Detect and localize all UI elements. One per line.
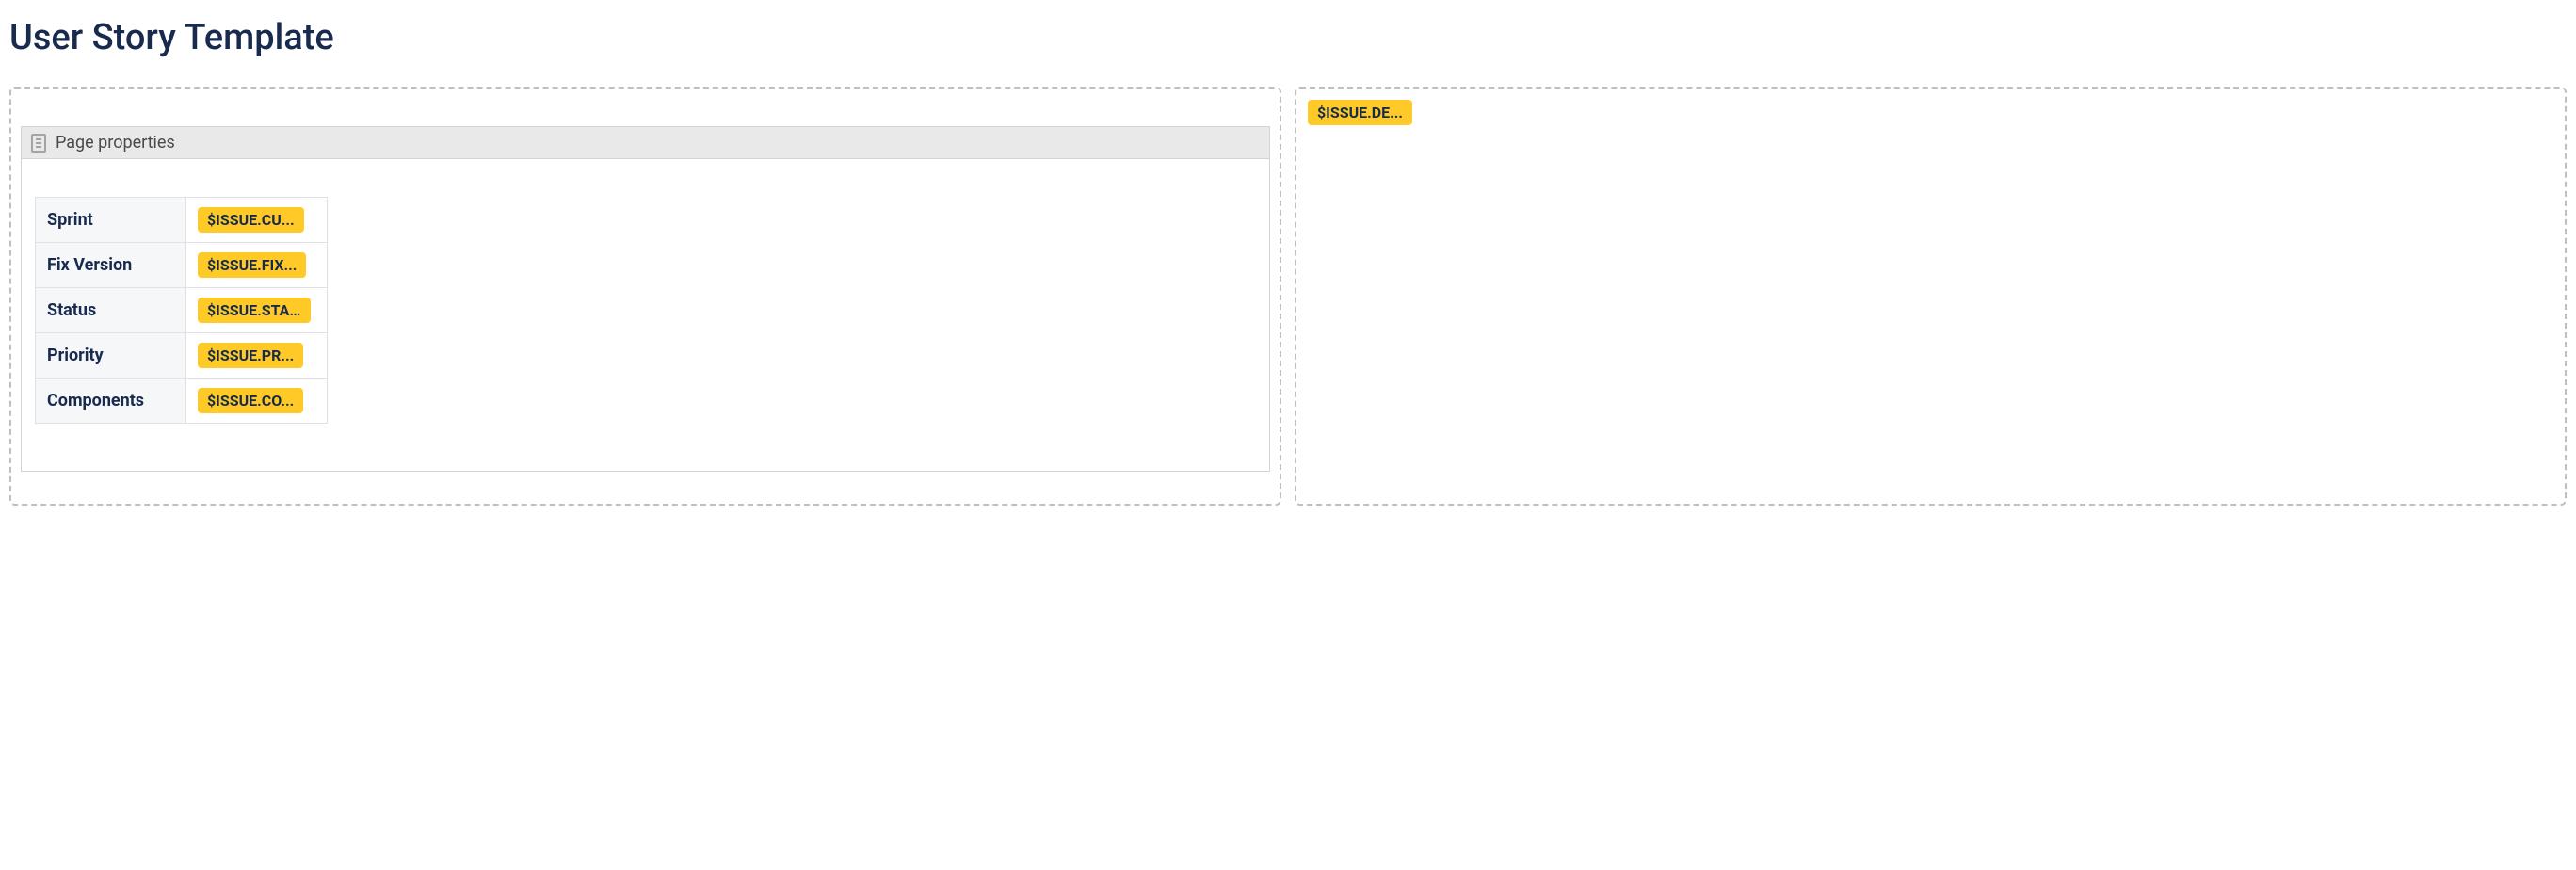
table-row[interactable]: Sprint $ISSUE.CU... [36, 198, 328, 243]
table-row[interactable]: Fix Version $ISSUE.FIX... [36, 243, 328, 288]
macro-title: Page properties [56, 133, 175, 153]
property-value-cell[interactable]: $ISSUE.PR... [186, 333, 328, 379]
properties-table[interactable]: Sprint $ISSUE.CU... Fix Version $ISSUE.F… [35, 197, 328, 424]
property-label[interactable]: Status [36, 288, 186, 333]
table-row[interactable]: Priority $ISSUE.PR... [36, 333, 328, 379]
placeholder-chip[interactable]: $ISSUE.FIX... [198, 252, 306, 278]
page-title: User Story Template [0, 0, 2576, 87]
layout-cell-left[interactable]: Page properties Sprint $ISSUE.CU... Fix … [9, 87, 1281, 506]
property-label[interactable]: Components [36, 379, 186, 424]
property-value-cell[interactable]: $ISSUE.FIX... [186, 243, 328, 288]
layout-row: Page properties Sprint $ISSUE.CU... Fix … [0, 87, 2576, 506]
table-row[interactable]: Components $ISSUE.CO... [36, 379, 328, 424]
property-value-cell[interactable]: $ISSUE.CU... [186, 198, 328, 243]
property-value-cell[interactable]: $ISSUE.CO... [186, 379, 328, 424]
table-row[interactable]: Status $ISSUE.STA... [36, 288, 328, 333]
layout-cell-right[interactable]: $ISSUE.DE... [1295, 87, 2567, 506]
placeholder-chip[interactable]: $ISSUE.DE... [1308, 100, 1412, 125]
placeholder-chip[interactable]: $ISSUE.CO... [198, 388, 303, 413]
macro-body[interactable]: Sprint $ISSUE.CU... Fix Version $ISSUE.F… [22, 159, 1269, 471]
page-properties-macro[interactable]: Page properties Sprint $ISSUE.CU... Fix … [21, 126, 1270, 472]
placeholder-chip[interactable]: $ISSUE.PR... [198, 343, 303, 368]
macro-header: Page properties [22, 127, 1269, 159]
property-value-cell[interactable]: $ISSUE.STA... [186, 288, 328, 333]
property-label[interactable]: Priority [36, 333, 186, 379]
property-label[interactable]: Fix Version [36, 243, 186, 288]
property-label[interactable]: Sprint [36, 198, 186, 243]
page-properties-icon [31, 134, 46, 153]
placeholder-chip[interactable]: $ISSUE.STA... [198, 298, 311, 323]
placeholder-chip[interactable]: $ISSUE.CU... [198, 207, 304, 233]
